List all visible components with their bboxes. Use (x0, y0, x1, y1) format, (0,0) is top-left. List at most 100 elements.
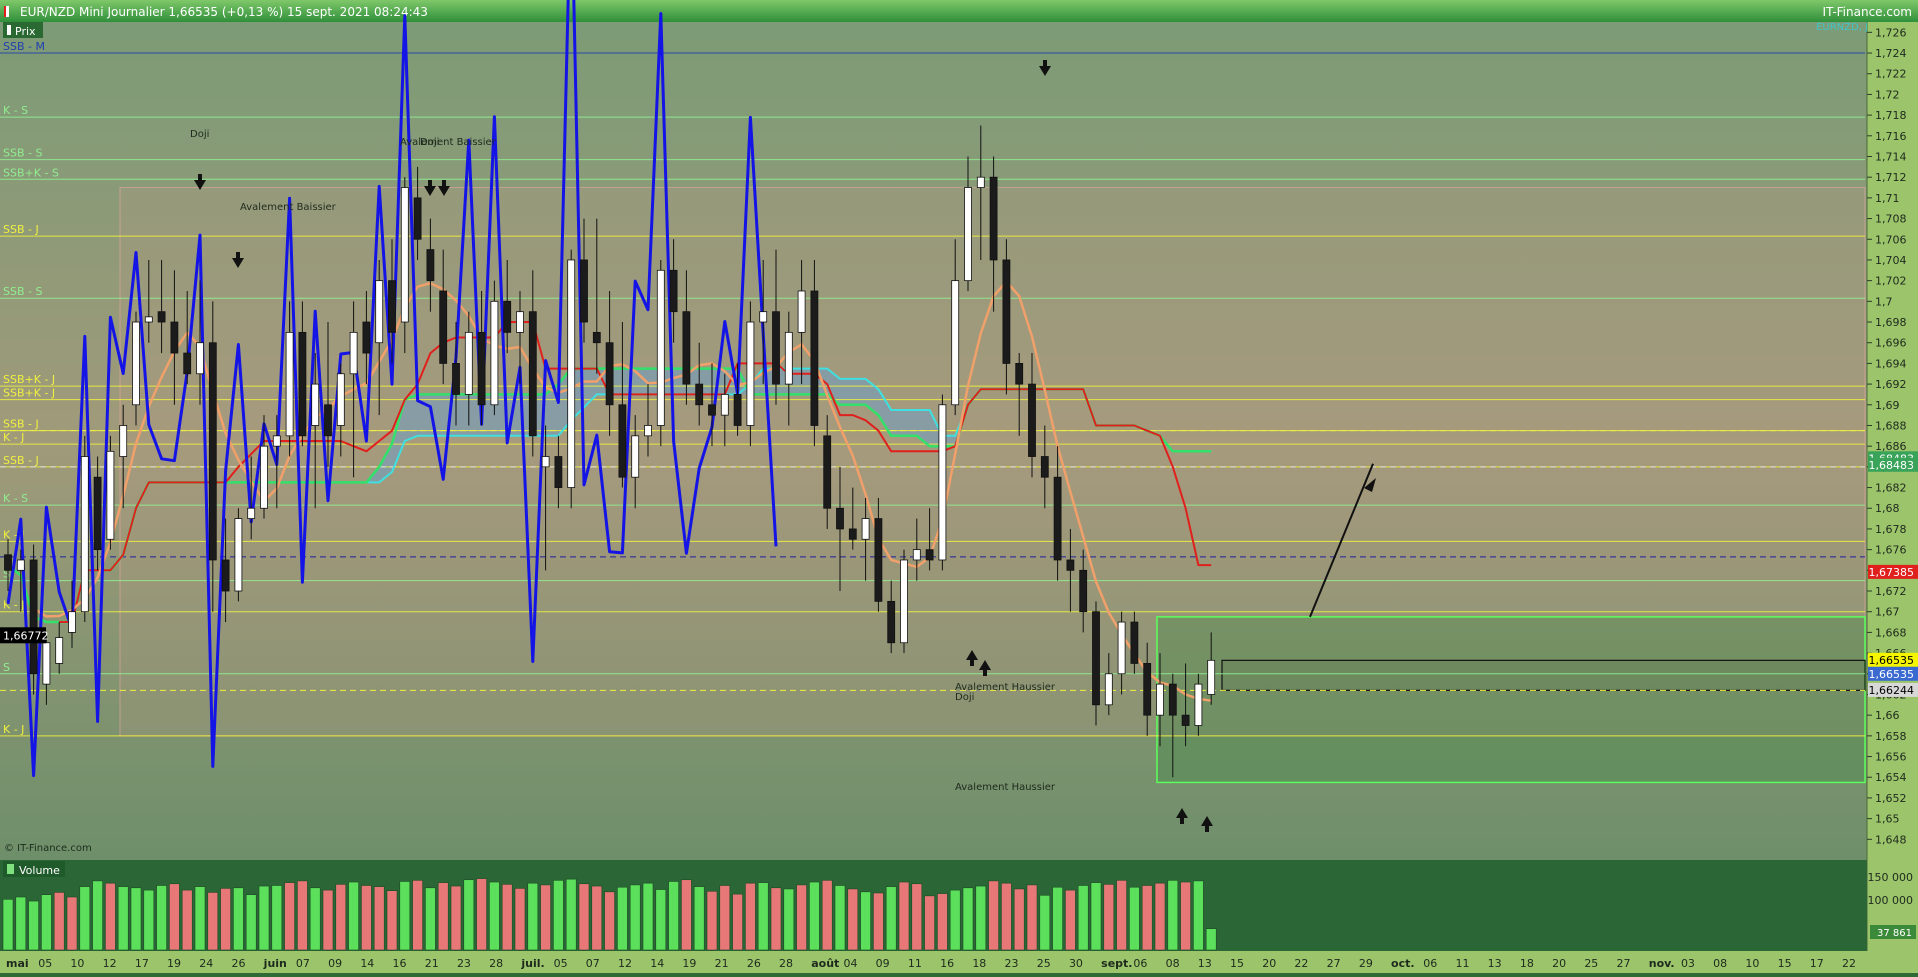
brand-label: IT-Finance.com (1823, 5, 1912, 19)
candle-body (349, 331, 358, 375)
level-label: K - S (3, 492, 28, 505)
candle-body (772, 311, 780, 385)
x-tick-label: 06 (1423, 957, 1437, 970)
candle-body (605, 342, 614, 406)
candle-body (1194, 683, 1203, 726)
y-tick-label: 1,678 (1875, 523, 1907, 536)
annotation-label: Doji (955, 692, 974, 703)
candle-body (503, 300, 512, 333)
y-tick-label: 1,676 (1875, 544, 1907, 557)
signal-arrow-stem (983, 670, 987, 676)
x-tick-label: 03 (1681, 957, 1695, 970)
volume-bar (745, 882, 756, 951)
volume-bar (591, 885, 603, 951)
candle-body (452, 363, 460, 395)
x-tick-label: 20 (1552, 957, 1566, 970)
volume-bar (15, 896, 27, 951)
x-tick-label: 14 (360, 957, 374, 970)
candle-body (1168, 683, 1177, 716)
volume-bar (271, 885, 283, 951)
annotation-label: Avalement Baissier (240, 202, 337, 213)
candle-body (16, 559, 25, 571)
x-tick-label: 16 (940, 957, 954, 970)
x-tick-label: juil. (520, 957, 544, 970)
x-tick-label: 12 (103, 957, 117, 970)
y-tick-label: 1,67 (1875, 606, 1900, 619)
level-label: SSB - S (3, 285, 42, 298)
level-label: SSB+K - J (3, 373, 55, 386)
volume-bar (860, 891, 871, 951)
volume-bar (1013, 888, 1025, 951)
y-tick-label: 1,708 (1875, 213, 1907, 226)
y-tick-label: 1,69 (1875, 399, 1900, 412)
candle-body (887, 600, 896, 644)
x-tick-label: 05 (554, 957, 568, 970)
volume-panel-label: Volume (19, 864, 60, 877)
x-tick-label: oct. (1391, 957, 1415, 970)
volume-bar (92, 880, 103, 951)
volume-bar (169, 883, 180, 951)
level-label: K - J (3, 723, 24, 736)
y-tick-label: 1,658 (1875, 730, 1907, 743)
price-tag-text: 1,66244 (1869, 684, 1915, 697)
volume-bar (911, 883, 923, 951)
candle-body (784, 331, 793, 385)
volume-bar (258, 885, 270, 951)
y-tick-label: 1,724 (1875, 47, 1907, 60)
volume-bar (629, 884, 641, 951)
x-tick-label: 17 (135, 957, 149, 970)
x-tick-label: 07 (586, 957, 600, 970)
volume-bar (105, 882, 116, 951)
candle-body (746, 321, 755, 426)
x-tick-label: juin (263, 957, 287, 970)
x-tick-label: 30 (1069, 957, 1083, 970)
annotation-label: Doji (420, 137, 439, 148)
volume-bar (399, 881, 411, 951)
y-tick-label: 1,7 (1875, 295, 1893, 308)
candle-body (68, 611, 76, 633)
chart-canvas[interactable]: EUR/NZD Mini Journalier 1,66535 (+0,13 %… (0, 0, 1918, 973)
volume-bar (284, 882, 295, 951)
candle-body (336, 373, 345, 426)
y-tick-label: 1,694 (1875, 357, 1907, 370)
candle-body (964, 187, 972, 282)
volume-bar (79, 886, 91, 951)
candle-body (362, 321, 371, 354)
price-panel-label: Prix (15, 25, 36, 38)
volume-bar (565, 878, 577, 951)
x-tick-label: 07 (296, 957, 310, 970)
volume-bar (668, 881, 679, 951)
candle-body (1053, 476, 1062, 561)
y-tick-label: 1,72 (1875, 88, 1900, 101)
volume-bar (898, 881, 910, 951)
candle-body (208, 342, 217, 561)
volume-bar (962, 887, 974, 951)
x-tick-label: 17 (1810, 957, 1824, 970)
volume-bar (655, 889, 667, 951)
zones-layer (119, 187, 1866, 784)
y-tick-label: 1,682 (1875, 482, 1907, 495)
signal-arrow-stem (236, 252, 240, 258)
candle-body (29, 559, 38, 675)
x-tick-label: 18 (972, 957, 986, 970)
candle-body (695, 383, 704, 406)
x-tick-label: août (811, 957, 839, 970)
candle-body (260, 445, 268, 509)
chart-window: EUR/NZD Mini Journalier 1,66535 (+0,13 %… (0, 0, 1918, 973)
level-label: SSB - J (3, 223, 39, 236)
volume-bar (245, 894, 257, 951)
level-label: SSB - S (3, 147, 42, 160)
x-tick-label: 11 (908, 957, 922, 970)
candle-body (682, 311, 691, 385)
volume-bar (194, 886, 206, 951)
volume-bar (412, 880, 423, 951)
volume-bar (1180, 881, 1191, 951)
price-tag-text: 1,68483 (1869, 459, 1915, 472)
candle-body (720, 394, 729, 416)
signal-arrow-stem (1043, 60, 1047, 66)
signal-arrow-stem (1180, 818, 1184, 824)
candle-body (528, 311, 537, 437)
volume-bar (501, 884, 513, 951)
volume-bar (796, 884, 807, 951)
candle-body (247, 507, 256, 519)
